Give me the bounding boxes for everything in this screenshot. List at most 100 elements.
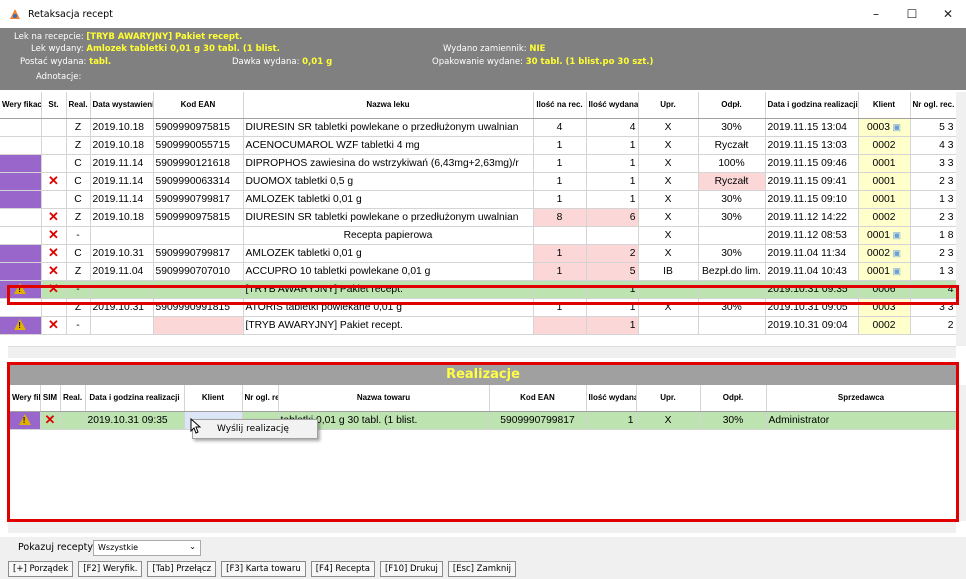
realizacje-row[interactable]: ! ✕ 2019.10.31 09:35 tabletki 0,01 g 30 tab…: [10, 411, 957, 430]
realizacje-header-8[interactable]: Ilość wydana: [586, 385, 637, 412]
realizacje-header-1[interactable]: SIM: [40, 385, 61, 412]
filter-bar: Pokazuj recepty: Wszystkie ⌄: [0, 537, 966, 559]
recepty-row[interactable]: ! ✕ - [TRYB AWARYJNY] Pakiet recept. 1 2019.1…: [0, 280, 957, 299]
cell-data-wystawienia: 2019.11.04: [90, 262, 154, 281]
recepty-row[interactable]: ✕ C 2019.11.14 5909990063314 DUOMOX tabletki…: [0, 172, 957, 191]
realizacje-header-7[interactable]: Kod EAN: [489, 385, 587, 412]
recepty-row[interactable]: Z 2019.10.18 5909990975815 DIURESIN SR tabl…: [0, 118, 957, 137]
cell-real: C: [66, 172, 91, 191]
realizacje-header-11[interactable]: Sprzedawca: [766, 385, 957, 412]
realizacje-title: Realizacje: [8, 365, 958, 385]
cell-data-realizacji: 2019.10.31 09:35: [765, 280, 859, 299]
context-menu-wyslij-realizacje[interactable]: Wyślij realizację: [217, 424, 289, 434]
cell-data-realizacji: 2019.11.12 14:22: [765, 208, 859, 227]
function-button-1[interactable]: [F2] Weryfik.: [78, 561, 143, 577]
function-button-6[interactable]: [Esc] Zamknij: [447, 561, 517, 577]
cell-data-wystawienia: 2019.11.14: [90, 172, 154, 191]
cell-odplatnosc: Ryczałt: [698, 136, 766, 155]
dawka-value: 0,01 g: [302, 57, 333, 67]
function-button-5[interactable]: [F10] Drukuj: [379, 561, 443, 577]
cell-data-realizacji: 2019.11.15 09:41: [765, 172, 859, 191]
cell-nr-ogl-rec: 2 3: [910, 172, 957, 191]
recepty-row[interactable]: ✕ - Recepta papierowa X 2019.11.12 08:53 0001…: [0, 226, 957, 245]
info-panel: Lek na recepcie: [TRYB AWARYJNY] Pakiet …: [0, 28, 966, 90]
realizacje-header-5[interactable]: Nr ogl. rec.: [242, 385, 279, 412]
recepty-header-2[interactable]: Real.: [66, 92, 91, 119]
cell-klient: 0006: [858, 280, 911, 299]
recepty-header-5[interactable]: Nazwa leku: [243, 92, 534, 119]
recepty-header-1[interactable]: St.: [41, 92, 67, 119]
klient-value: 0003: [867, 121, 890, 133]
recepty-row[interactable]: ✕ Z 2019.10.18 5909990975815 DIURESIN SR tab…: [0, 208, 957, 227]
pokazuj-recepty-select[interactable]: Wszystkie ⌄: [93, 540, 201, 556]
function-button-0[interactable]: [+] Porządek: [8, 561, 74, 577]
function-button-4[interactable]: [F4] Recepta: [310, 561, 375, 577]
maximize-button[interactable]: ☐: [894, 0, 930, 28]
cell-weryfikacja: [0, 208, 42, 227]
recepty-row[interactable]: ✕ C 2019.10.31 5909990799817 AMLOZEK tabletk…: [0, 244, 957, 263]
close-button[interactable]: ✕: [930, 0, 966, 28]
cell-status: ✕: [41, 172, 67, 191]
recepty-header-11[interactable]: Klient: [858, 92, 911, 119]
recepty-header-4[interactable]: Kod EAN: [153, 92, 244, 119]
cell-weryfikacja: [0, 118, 42, 137]
title-bar: Retaksacja recept – ☐ ✕: [0, 0, 966, 28]
recepty-header-7[interactable]: Ilość wydana: [586, 92, 639, 119]
klient-value: 0001: [867, 229, 890, 241]
cell-odplatnosc: 100%: [698, 154, 766, 173]
function-button-3[interactable]: [F3] Karta towaru: [221, 561, 306, 577]
recepty-header-6[interactable]: Ilość na rec.: [533, 92, 587, 119]
recepty-row[interactable]: Z 2019.10.31 5909990991815 ATORIS tabletki …: [0, 298, 957, 317]
recepty-header-12[interactable]: Nr ogl. rec.: [910, 92, 957, 119]
cell-nazwa-leku: DIURESIN SR tabletki powlekane o przedłu…: [243, 118, 534, 137]
realizacje-header-10[interactable]: Odpł.: [700, 385, 767, 412]
recepty-header-0[interactable]: Wery fikacja: [0, 92, 42, 119]
cell-ilosc-na-rec: 1: [533, 262, 587, 281]
cell-upr: X: [638, 118, 699, 137]
cell-klient: 0002: [858, 208, 911, 227]
realizacje-vertical-scrollbar[interactable]: [956, 385, 966, 521]
recepty-horizontal-scrollbar[interactable]: [8, 346, 956, 358]
recepty-vertical-scrollbar[interactable]: [956, 92, 966, 346]
recepty-header-10[interactable]: Data i godzina realizacji: [765, 92, 859, 119]
cell-ilosc-wydana: 6: [586, 208, 639, 227]
cell-real: C: [66, 244, 91, 263]
recepty-row[interactable]: C 2019.11.14 5909990121618 DIPROPHOS zawies…: [0, 154, 957, 173]
cell-ilosc-wydana: 1: [586, 316, 639, 335]
cell-status: ✕: [41, 208, 67, 227]
cell-ilosc-wydana: 1: [586, 154, 639, 173]
recepty-header-3[interactable]: Data wystawienia: [90, 92, 154, 119]
recepty-header-9[interactable]: Odpł.: [698, 92, 766, 119]
realizacje-header-3[interactable]: Data i godzina realizacji: [85, 385, 185, 412]
cell-weryfikacja: [0, 298, 42, 317]
function-button-2[interactable]: [Tab] Przełącz: [147, 561, 217, 577]
cell-nr-ogl-rec: 1 3: [910, 190, 957, 209]
minimize-button[interactable]: –: [858, 0, 894, 28]
lek-wydany-label: Lek wydany:: [31, 44, 84, 54]
cell-data-wystawienia: 2019.10.18: [90, 136, 154, 155]
cell-upr: IB: [638, 262, 699, 281]
realizacje-header-9[interactable]: Upr.: [636, 385, 701, 412]
recepty-header-8[interactable]: Upr.: [638, 92, 699, 119]
realizacje-header-0[interactable]: Wery fikacja: [10, 385, 41, 412]
klient-value: 0002: [872, 211, 896, 223]
cell-upr: X: [638, 244, 699, 263]
cell-data-wystawienia: 2019.11.14: [90, 190, 154, 209]
recepty-row[interactable]: ! ✕ - [TRYB AWARYJNY] Pakiet recept. 1 2019.1…: [0, 316, 957, 335]
cell-odplatnosc: 30%: [698, 190, 766, 209]
realizacje-header-4[interactable]: Klient: [184, 385, 243, 412]
recepty-row[interactable]: C 2019.11.14 5909990799817 AMLOZEK tabletki…: [0, 190, 957, 209]
cell-real: -: [66, 226, 91, 245]
opakowanie-value: 30 tabl. (1 blist.po 30 szt.): [525, 57, 654, 67]
cell-odplatnosc: [698, 226, 766, 245]
cell-klient: 0003 ▣: [858, 118, 911, 137]
recepty-row[interactable]: ✕ Z 2019.11.04 5909990707010 ACCUPRO 10 tabl…: [0, 262, 957, 281]
realizacje-header-6[interactable]: Nazwa towaru: [278, 385, 490, 412]
warning-icon: !: [14, 319, 27, 331]
realizacje-header-2[interactable]: Real.: [60, 385, 86, 412]
cell-kod-ean: [153, 226, 244, 245]
recepty-row[interactable]: Z 2019.10.18 5909990055715 ACENOCUMAROL WZF…: [0, 136, 957, 155]
cell-data-realizacji: 2019.10.31 09:05: [765, 298, 859, 317]
realizacje-horizontal-scrollbar[interactable]: [8, 521, 956, 533]
cell-kod-ean: [153, 316, 244, 335]
